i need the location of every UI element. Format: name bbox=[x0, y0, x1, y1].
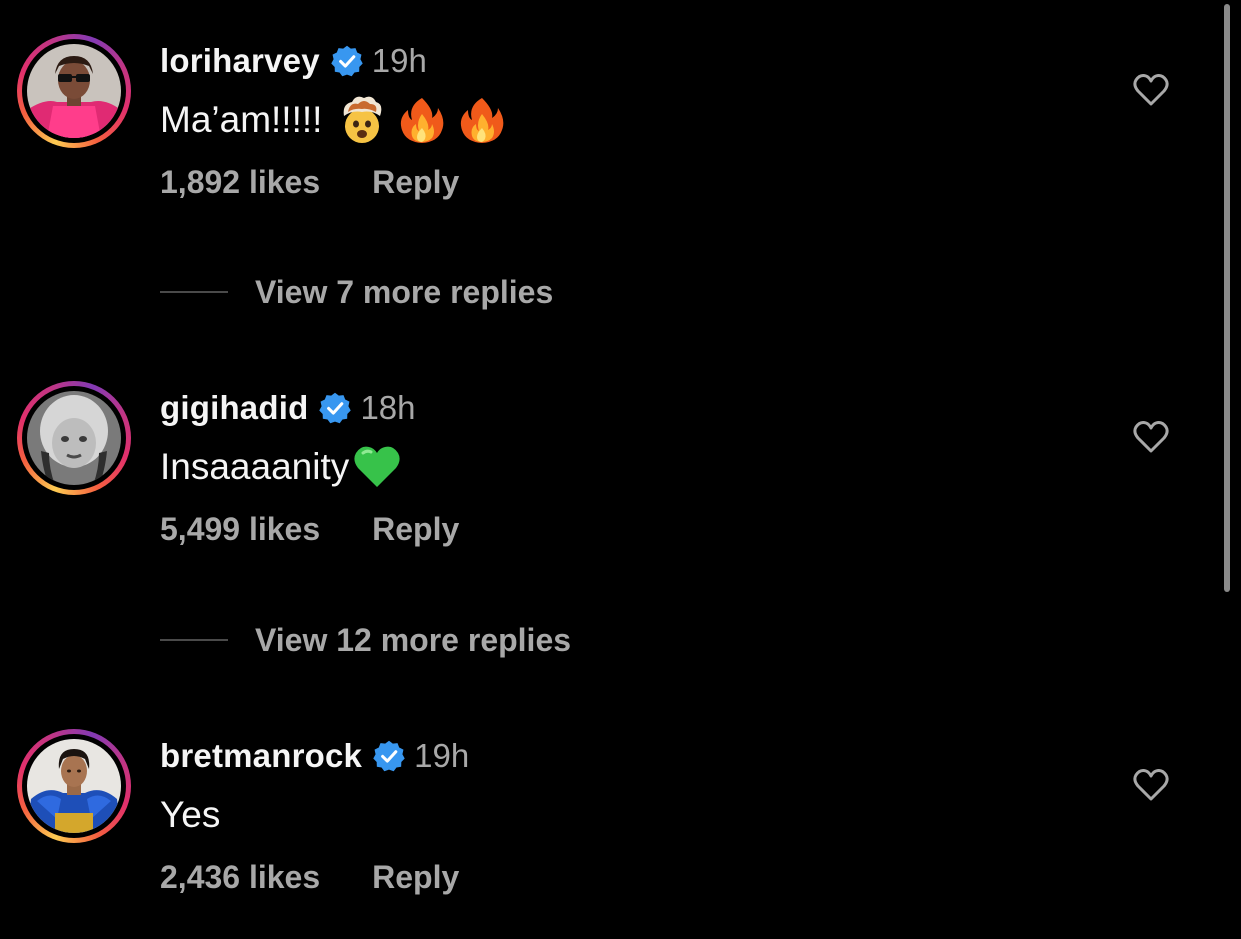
view-more-replies-button[interactable]: View 7 more replies bbox=[160, 270, 553, 314]
likes-count[interactable]: 1,892 likes bbox=[160, 164, 320, 201]
comment-item: bretmanrock 19h Yes 2,436 likes Reply bbox=[0, 729, 1241, 929]
comment-header: gigihadid 18h bbox=[160, 387, 416, 429]
reply-button[interactable]: Reply bbox=[372, 859, 459, 896]
scrollbar[interactable] bbox=[1224, 4, 1230, 592]
username[interactable]: loriharvey bbox=[160, 42, 320, 80]
verified-badge-icon bbox=[372, 739, 406, 773]
reply-button[interactable]: Reply bbox=[372, 511, 459, 548]
comment-text: Insaaaanity bbox=[160, 446, 350, 487]
comment-body: Ma’am!!!!! bbox=[160, 92, 516, 148]
timestamp: 19h bbox=[414, 737, 470, 774]
comment-text: Ma’am!!!!! bbox=[160, 99, 323, 140]
heart-outline-icon[interactable] bbox=[1131, 765, 1171, 805]
likes-count[interactable]: 2,436 likes bbox=[160, 859, 320, 896]
comment-meta: 2,436 likes Reply bbox=[160, 855, 459, 899]
username[interactable]: gigihadid bbox=[160, 389, 308, 427]
timestamp: 18h bbox=[360, 389, 416, 426]
avatar-ring-gap bbox=[22, 386, 126, 490]
comment-text: Yes bbox=[160, 794, 221, 835]
comment-body: Insaaaanity bbox=[160, 439, 411, 495]
view-replies-label: View 12 more replies bbox=[255, 621, 572, 658]
emoji-group bbox=[328, 94, 516, 146]
heart-outline-icon[interactable] bbox=[1131, 417, 1171, 457]
comment-body: Yes bbox=[160, 787, 220, 843]
username[interactable]: bretmanrock bbox=[160, 737, 362, 775]
exploding-head-emoji-icon bbox=[336, 94, 388, 146]
replies-divider bbox=[160, 639, 228, 641]
avatar[interactable] bbox=[27, 44, 121, 138]
avatar-ring-gap bbox=[22, 39, 126, 143]
green-heart-emoji-icon bbox=[351, 441, 403, 493]
verified-badge-icon bbox=[330, 44, 364, 78]
avatar-story-ring[interactable] bbox=[17, 729, 131, 843]
view-replies-label: View 7 more replies bbox=[255, 273, 554, 310]
likes-count[interactable]: 5,499 likes bbox=[160, 511, 320, 548]
emoji-group bbox=[351, 441, 411, 493]
view-more-replies-button[interactable]: View 12 more replies bbox=[160, 618, 571, 662]
avatar[interactable] bbox=[27, 739, 121, 833]
reply-button[interactable]: Reply bbox=[372, 164, 459, 201]
replies-divider bbox=[160, 291, 228, 293]
avatar-ring-gap bbox=[22, 734, 126, 838]
comment-header: loriharvey 19h bbox=[160, 40, 427, 82]
fire-emoji-icon bbox=[396, 94, 448, 146]
comment-meta: 5,499 likes Reply bbox=[160, 507, 459, 551]
heart-outline-icon[interactable] bbox=[1131, 70, 1171, 110]
verified-badge-icon bbox=[318, 391, 352, 425]
comment-item: loriharvey 19h Ma’am!!!!! 1,892 likes Re… bbox=[0, 34, 1241, 234]
avatar-story-ring[interactable] bbox=[17, 34, 131, 148]
timestamp: 19h bbox=[371, 42, 427, 79]
comment-header: bretmanrock 19h bbox=[160, 735, 469, 777]
comment-meta: 1,892 likes Reply bbox=[160, 160, 459, 204]
comment-item: gigihadid 18h Insaaaanity 5,499 likes Re… bbox=[0, 381, 1241, 581]
avatar-story-ring[interactable] bbox=[17, 381, 131, 495]
fire-emoji-icon bbox=[456, 94, 508, 146]
avatar[interactable] bbox=[27, 391, 121, 485]
